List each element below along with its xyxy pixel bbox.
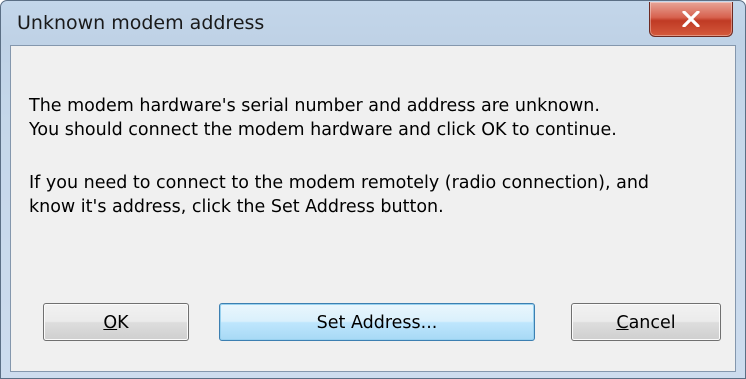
set-address-button[interactable]: Set Address...	[219, 303, 535, 341]
title-bar[interactable]: Unknown modem address	[1, 1, 745, 45]
dialog-body: The modem hardware's serial number and a…	[10, 45, 736, 372]
ok-button-label: K	[117, 313, 129, 333]
message-line-2: You should connect the modem hardware an…	[29, 120, 617, 140]
cancel-button-accel: C	[616, 313, 629, 333]
close-icon	[682, 11, 700, 27]
cancel-button-label: ancel	[628, 313, 676, 333]
ok-button-accel: O	[103, 313, 118, 333]
window-title: Unknown modem address	[17, 12, 265, 34]
message-line-1: The modem hardware's serial number and a…	[29, 96, 600, 116]
ok-button[interactable]: OK	[43, 303, 189, 341]
close-button[interactable]	[649, 2, 733, 37]
dialog-window: Unknown modem address The modem hardware…	[0, 0, 746, 379]
set-address-button-label: Set Address...	[316, 313, 438, 333]
message-line-4: know it's address, click the Set Address…	[29, 197, 444, 217]
cancel-button[interactable]: Cancel	[571, 303, 721, 341]
message-line-3: If you need to connect to the modem remo…	[29, 173, 650, 193]
